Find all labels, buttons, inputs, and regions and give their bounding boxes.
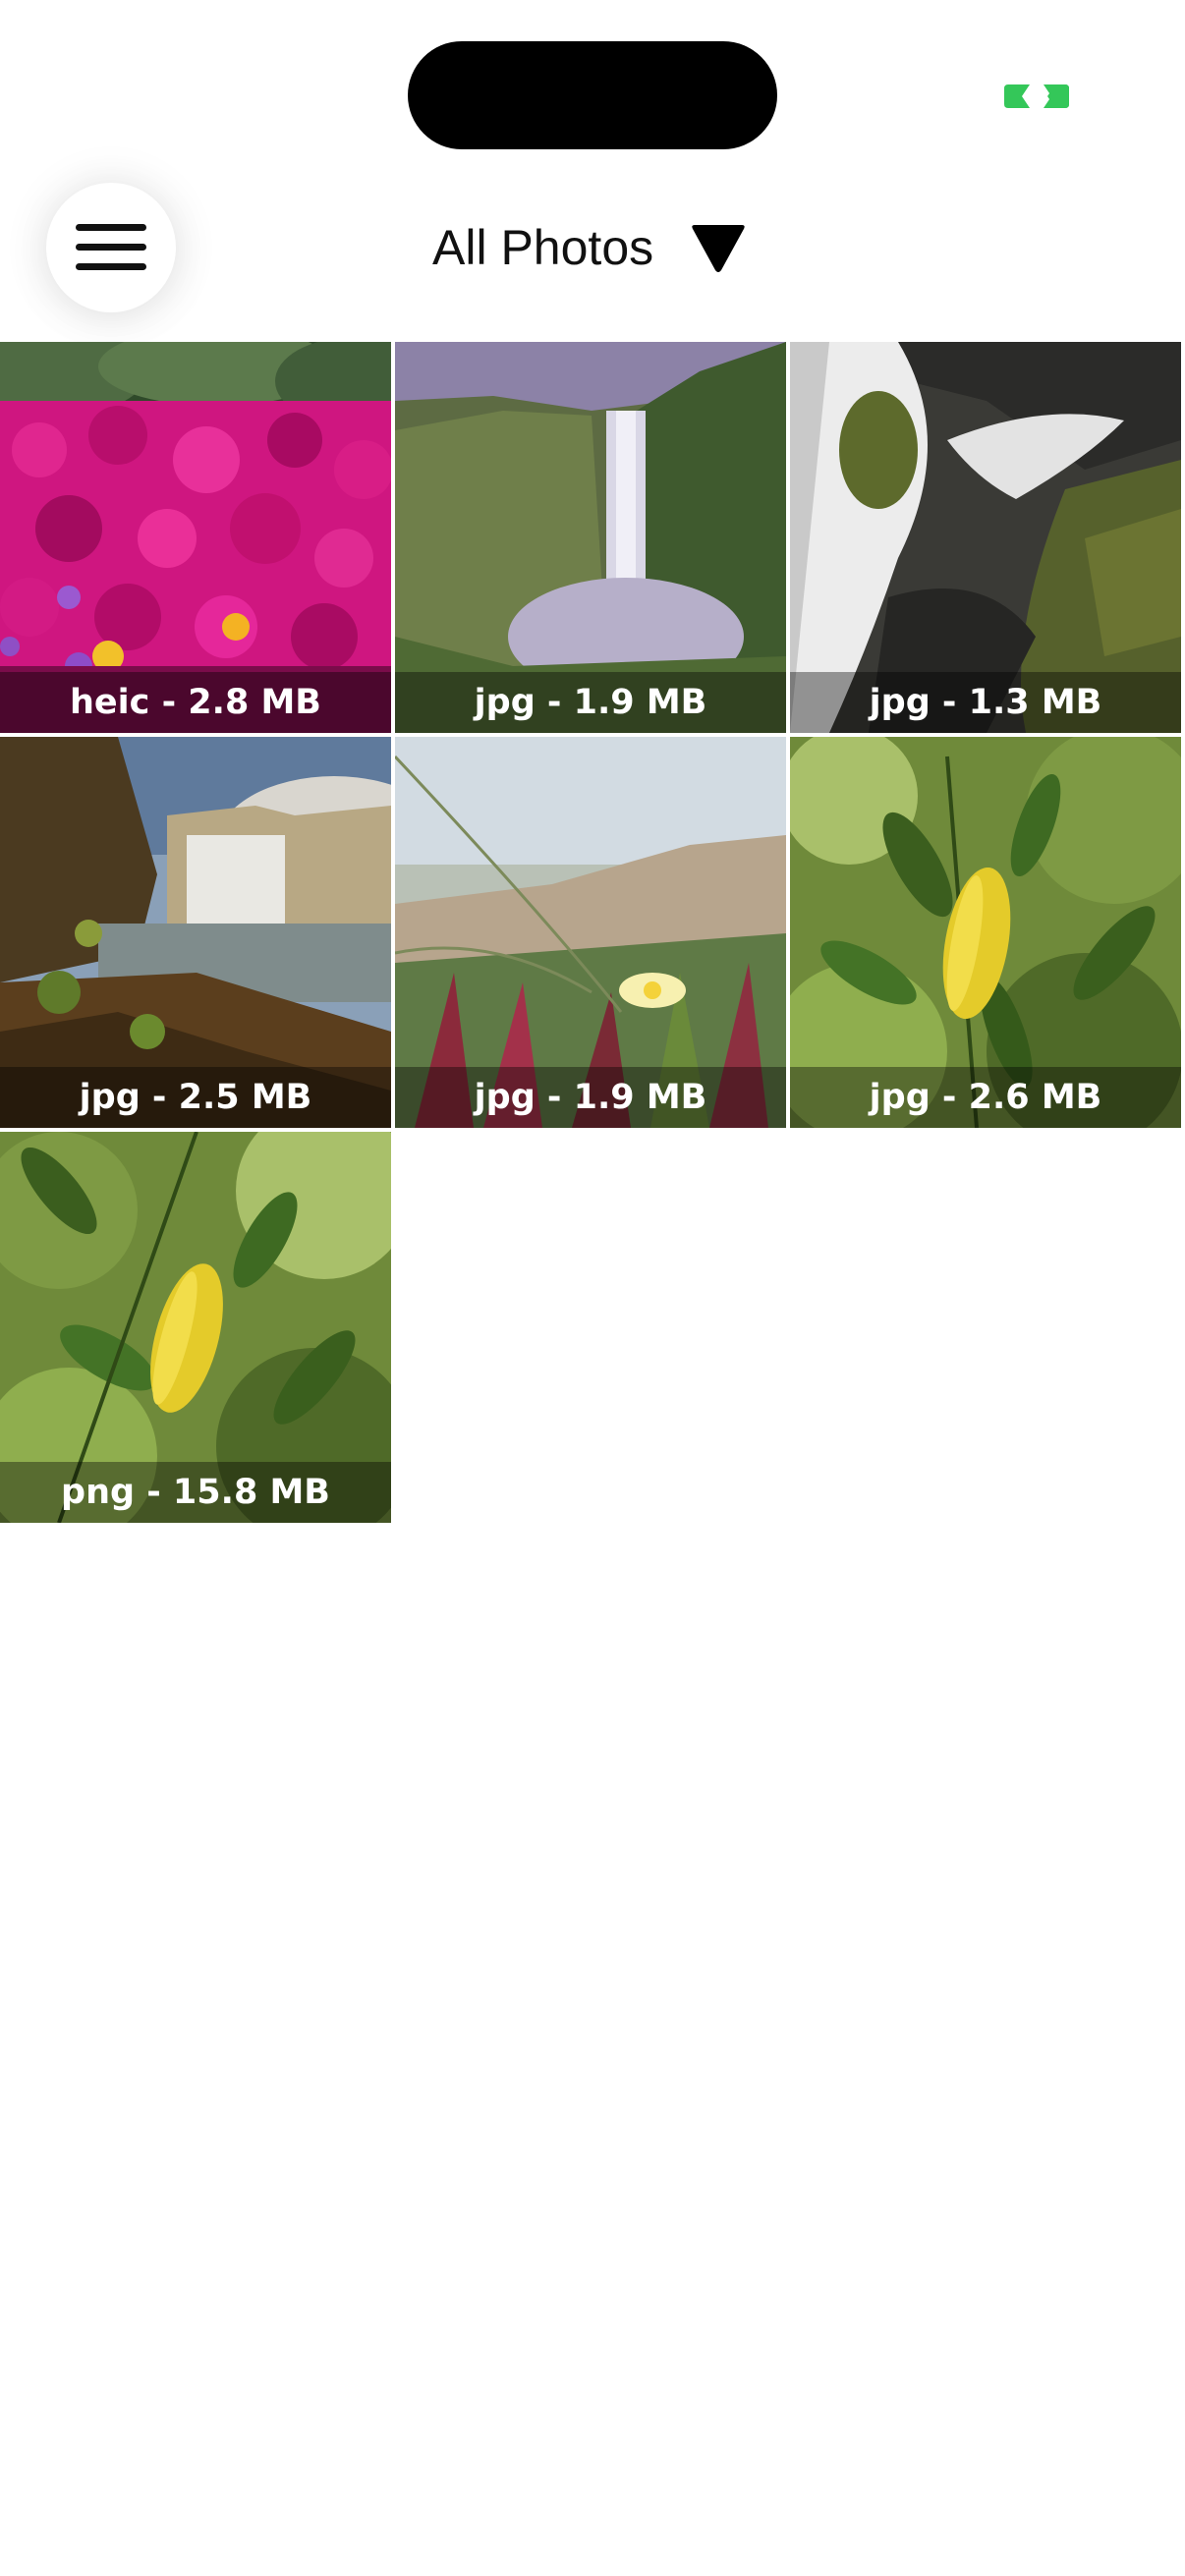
photo-tile[interactable]: jpg - 2.5 MB [0, 737, 391, 1128]
photo-caption: jpg - 2.5 MB [0, 1067, 391, 1128]
photo-tile[interactable]: jpg - 1.9 MB [395, 737, 786, 1128]
photo-caption: jpg - 1.9 MB [395, 1067, 786, 1128]
photo-tile[interactable]: heic - 2.8 MB [0, 342, 391, 733]
album-selector[interactable]: All Photos [432, 210, 746, 285]
triangle-down-icon [692, 225, 745, 272]
screen: All Photos heic - 2.8 MB jpg - 1.9 MB jp… [0, 0, 1185, 2576]
dynamic-island [408, 41, 777, 149]
album-title: All Photos [432, 220, 654, 275]
photo-caption: heic - 2.8 MB [0, 672, 391, 733]
photo-tile[interactable]: jpg - 1.3 MB [790, 342, 1181, 733]
photo-caption: jpg - 1.9 MB [395, 672, 786, 733]
photo-tile[interactable]: jpg - 1.9 MB [395, 342, 786, 733]
photo-tile[interactable]: jpg - 2.6 MB [790, 737, 1181, 1128]
photo-tile[interactable]: png - 15.8 MB [0, 1132, 391, 1523]
photo-caption: jpg - 2.6 MB [790, 1067, 1181, 1128]
photo-caption: png - 15.8 MB [0, 1462, 391, 1523]
menu-button[interactable] [46, 183, 176, 312]
link-indicator-icon [1004, 83, 1069, 110]
photo-grid: heic - 2.8 MB jpg - 1.9 MB jpg - 1.3 MB … [0, 342, 1185, 1523]
photo-caption: jpg - 1.3 MB [790, 672, 1181, 733]
hamburger-menu-icon [76, 224, 146, 270]
